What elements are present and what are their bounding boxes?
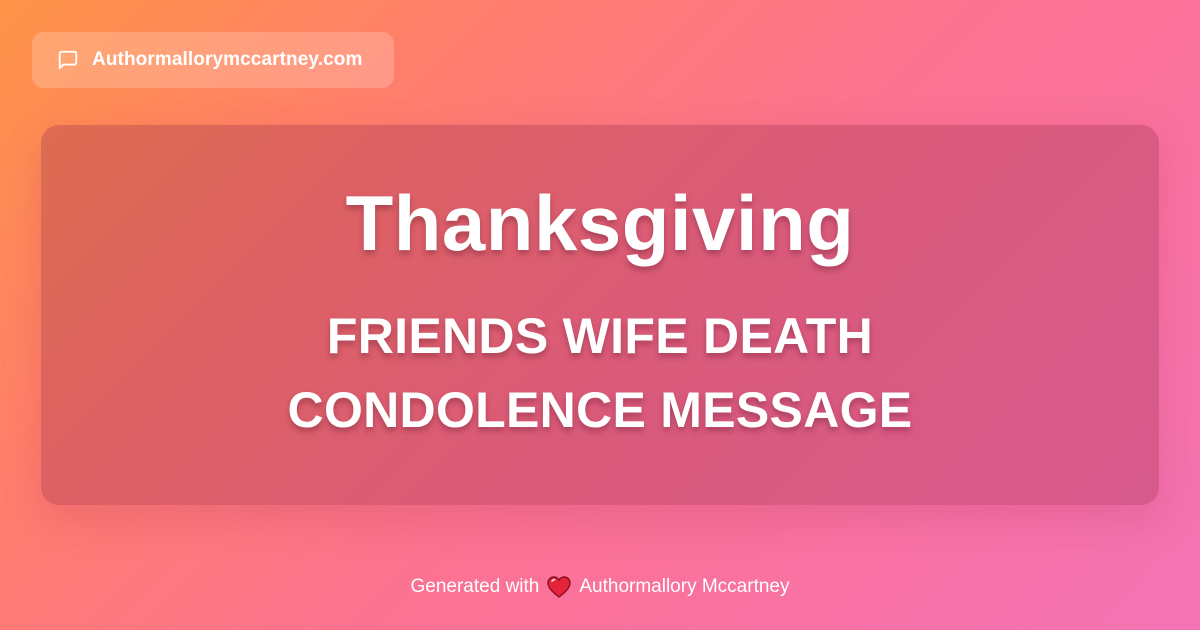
message-square-icon — [56, 48, 80, 72]
footer-credit: Generated with Authormallory Mccartney — [0, 572, 1200, 602]
site-link-badge[interactable]: Authormallorymccartney.com — [32, 32, 394, 88]
footer-author: Authormallory Mccartney — [579, 576, 790, 597]
subtitle-line-1: FRIENDS WIFE DEATH — [326, 308, 874, 364]
title-card: Thanksgiving FRIENDS WIFE DEATH CONDOLEN… — [41, 125, 1159, 505]
subtitle-line-2: CONDOLENCE MESSAGE — [287, 382, 913, 438]
footer-prefix: Generated with — [410, 576, 540, 597]
page-subtitle: FRIENDS WIFE DEATH CONDOLENCE MESSAGE — [288, 299, 913, 447]
heart-icon — [547, 576, 572, 598]
page-title: Thanksgiving — [345, 179, 855, 267]
site-label: Authormallorymccartney.com — [92, 49, 363, 70]
